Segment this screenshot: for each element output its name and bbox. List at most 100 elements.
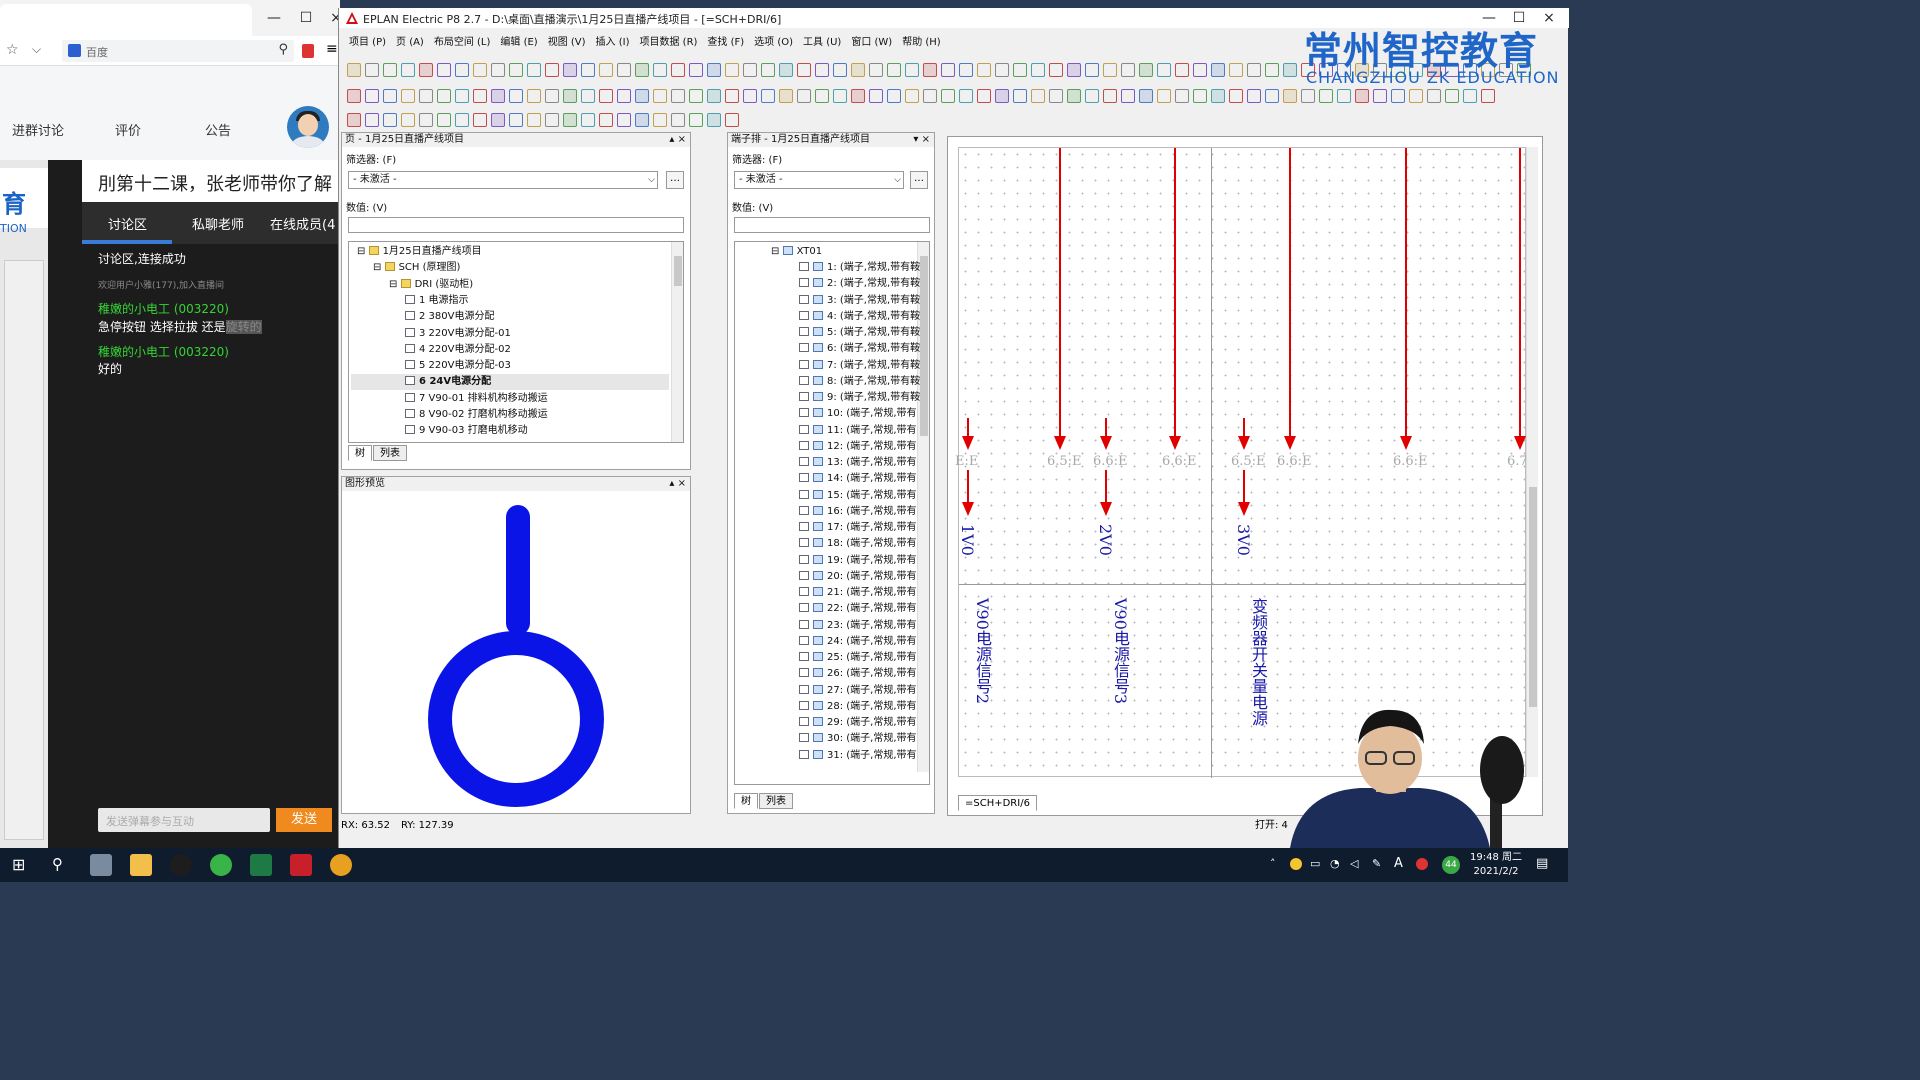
toolbar-button-icon[interactable] xyxy=(1157,63,1171,77)
toolbar-button-icon[interactable] xyxy=(419,89,433,103)
toolbar-button-icon[interactable] xyxy=(815,63,829,77)
toolbar-button-icon[interactable] xyxy=(851,89,865,103)
toolbar-button-icon[interactable] xyxy=(905,63,919,77)
browser-tab[interactable] xyxy=(0,4,252,36)
toolbar-button-icon[interactable] xyxy=(653,89,667,103)
toolbar-button-icon[interactable] xyxy=(401,113,415,127)
toolbar-button-icon[interactable] xyxy=(689,63,703,77)
toolbar-button-icon[interactable] xyxy=(1139,89,1153,103)
toolbar-button-icon[interactable] xyxy=(707,63,721,77)
toolbar-button-icon[interactable] xyxy=(617,63,631,77)
toolbar-button-icon[interactable] xyxy=(419,113,433,127)
toolbar-button-icon[interactable] xyxy=(1193,63,1207,77)
toolbar-button-icon[interactable] xyxy=(473,89,487,103)
wire-line[interactable] xyxy=(1059,148,1061,438)
toolbar-button-icon[interactable] xyxy=(509,89,523,103)
search-input[interactable]: 百度 ⚲ xyxy=(62,40,294,62)
toolbar-button-icon[interactable] xyxy=(995,89,1009,103)
toolbar-button-icon[interactable] xyxy=(1391,89,1405,103)
toolbar-button-icon[interactable] xyxy=(581,113,595,127)
toolbar-button-icon[interactable] xyxy=(1229,63,1243,77)
chrome-icon[interactable] xyxy=(330,854,352,876)
terminal-item[interactable]: 8: (端子,常规,带有鞍 xyxy=(799,374,920,390)
terminal-item[interactable]: 5: (端子,常规,带有鞍 xyxy=(799,325,920,341)
page-tree-item[interactable]: 1 电源指示 xyxy=(351,293,669,309)
terminal-item[interactable]: 11: (端子,常规,带有 xyxy=(799,423,917,439)
wire-line[interactable] xyxy=(1174,148,1176,438)
toolbar-button-icon[interactable] xyxy=(707,113,721,127)
toolbar-button-icon[interactable] xyxy=(491,89,505,103)
filter-more-button[interactable]: … xyxy=(910,171,928,189)
page-tree-item[interactable]: 9 V90-03 打磨电机移动 xyxy=(351,423,669,439)
menu-item-1[interactable]: 页 (A) xyxy=(396,34,424,52)
toolbar-button-icon[interactable] xyxy=(455,89,469,103)
toolbar-button-icon[interactable] xyxy=(527,89,541,103)
page-tree-item[interactable]: 5 220V电源分配-03 xyxy=(351,358,669,374)
terminal-strip-root[interactable]: ⊟ XT01 xyxy=(771,244,822,260)
tray-chevron-icon[interactable]: ˄ xyxy=(1270,857,1276,870)
terminal-item[interactable]: 26: (端子,常规,带有 xyxy=(799,666,917,682)
file-explorer-icon[interactable] xyxy=(130,854,152,876)
tray-app-icon[interactable] xyxy=(1290,858,1302,870)
toolbar-button-icon[interactable] xyxy=(1337,89,1351,103)
terminal-item[interactable]: 22: (端子,常规,带有 xyxy=(799,601,917,617)
toolbar-button-icon[interactable] xyxy=(437,113,451,127)
wire-line[interactable] xyxy=(1405,148,1407,438)
terminal-item[interactable]: 14: (端子,常规,带有 xyxy=(799,471,917,487)
toolbar-button-icon[interactable] xyxy=(1229,89,1243,103)
nav-review[interactable]: 评价 xyxy=(115,120,141,139)
terminal-item[interactable]: 13: (端子,常规,带有 xyxy=(799,455,917,471)
expand-icon[interactable]: ⊟ xyxy=(373,262,385,273)
toolbar-button-icon[interactable] xyxy=(1139,63,1153,77)
terminal-item[interactable]: 18: (端子,常规,带有 xyxy=(799,536,917,552)
terminal-item[interactable]: 10: (端子,常规,带有 xyxy=(799,406,917,422)
toolbar-button-icon[interactable] xyxy=(1157,89,1171,103)
interruption-arrow[interactable] xyxy=(1054,436,1066,450)
toolbar-button-icon[interactable] xyxy=(455,113,469,127)
toolbar-button-icon[interactable] xyxy=(383,89,397,103)
toolbar-button-icon[interactable] xyxy=(725,89,739,103)
terminal-item[interactable]: 4: (端子,常规,带有鞍 xyxy=(799,309,920,325)
toolbar-button-icon[interactable] xyxy=(545,63,559,77)
toolbar-button-icon[interactable] xyxy=(437,89,451,103)
cross-reference[interactable]: 6.6:E xyxy=(1393,454,1428,469)
toolbar-button-icon[interactable] xyxy=(761,89,775,103)
cross-reference[interactable]: 6.6:E xyxy=(1277,454,1312,469)
toolbar-button-icon[interactable] xyxy=(1013,89,1027,103)
value-input[interactable] xyxy=(348,217,684,233)
toolbar-button-icon[interactable] xyxy=(1049,63,1063,77)
toolbar-button-icon[interactable] xyxy=(671,89,685,103)
filter-more-button[interactable]: … xyxy=(666,171,684,189)
cross-reference[interactable]: E:E xyxy=(955,454,978,469)
toolbar-button-icon[interactable] xyxy=(779,63,793,77)
terminal-item[interactable]: 7: (端子,常规,带有鞍 xyxy=(799,358,920,374)
menu-item-5[interactable]: 插入 (I) xyxy=(596,34,630,52)
toolbar-button-icon[interactable] xyxy=(509,63,523,77)
toolbar-button-icon[interactable] xyxy=(653,63,667,77)
terminal-item[interactable]: 12: (端子,常规,带有 xyxy=(799,439,917,455)
toolbar-button-icon[interactable] xyxy=(491,113,505,127)
interruption-arrow[interactable] xyxy=(962,502,974,516)
tree-scrollbar[interactable] xyxy=(671,242,683,442)
menu-item-7[interactable]: 查找 (F) xyxy=(707,34,744,52)
filter-select[interactable]: - 未激活 - ⌵ xyxy=(734,171,904,189)
schematic-grid[interactable]: E:E 1V0 V90电源信号2 6.5:E 6.6:E 2V0 V90电源信号3 6.6:E… xyxy=(955,147,1528,778)
toolbar-button-icon[interactable] xyxy=(635,89,649,103)
interruption-arrow[interactable] xyxy=(962,436,974,450)
toolbar-button-icon[interactable] xyxy=(383,113,397,127)
toolbar-button-icon[interactable] xyxy=(455,63,469,77)
toolbar-button-icon[interactable] xyxy=(401,89,415,103)
terminal-item[interactable]: 24: (端子,常规,带有 xyxy=(799,634,917,650)
toolbar-button-icon[interactable] xyxy=(725,113,739,127)
toolbar-button-icon[interactable] xyxy=(365,63,379,77)
toolbar-button-icon[interactable] xyxy=(347,63,361,77)
terminal-item[interactable]: 2: (端子,常规,带有鞍 xyxy=(799,276,920,292)
toolbar-button-icon[interactable] xyxy=(473,63,487,77)
network-badge[interactable]: 44 xyxy=(1442,856,1460,874)
toolbar-button-icon[interactable] xyxy=(437,63,451,77)
toolbar-button-icon[interactable] xyxy=(599,89,613,103)
toolbar-button-icon[interactable] xyxy=(815,89,829,103)
toolbar-button-icon[interactable] xyxy=(1193,89,1207,103)
canvas-scrollbar[interactable] xyxy=(1526,147,1538,777)
toolbar-button-icon[interactable] xyxy=(1463,89,1477,103)
